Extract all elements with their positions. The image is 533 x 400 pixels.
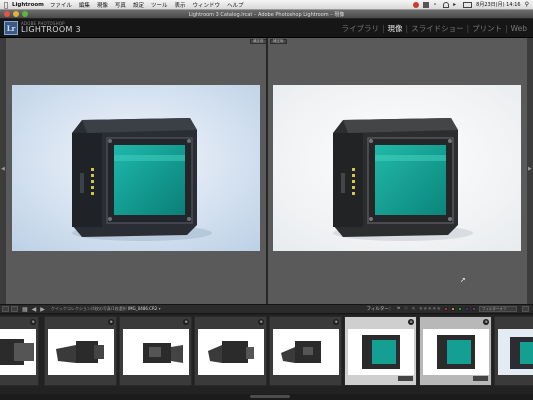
star-filter-icon[interactable]: ★★★★★ — [419, 306, 441, 312]
identity-plate: Lr ADOBE PHOTOSHOP LIGHTROOM 3 — [4, 21, 81, 35]
label-red-chip[interactable] — [444, 307, 448, 311]
after-photo[interactable] — [273, 85, 521, 251]
filmstrip-cell[interactable]: ⊕ — [194, 316, 267, 386]
window-titlebar: Lightroom 3 Catalog.lrcat – Adobe Photos… — [0, 10, 533, 19]
thumbnail — [48, 329, 114, 375]
primary-window-button[interactable] — [2, 306, 9, 312]
compare-divider — [266, 38, 268, 304]
thumb-badge[interactable]: ⊕ — [408, 319, 414, 325]
menu-edit[interactable]: 編集 — [79, 1, 90, 9]
flag-pick-icon[interactable]: ⚑ — [396, 306, 400, 312]
module-print[interactable]: プリント — [472, 23, 502, 34]
filmstrip-cell[interactable]: ⊕ — [269, 316, 342, 386]
lightroom-logo: Lr — [4, 21, 18, 35]
grid-icon[interactable]: ▦ — [22, 306, 28, 313]
filter-label: フィルター： — [366, 307, 394, 312]
menu-file[interactable]: ファイル — [50, 1, 72, 9]
current-filename: IMG_0486.CR2 — [128, 306, 158, 311]
menu-settings[interactable]: 設定 — [133, 1, 144, 9]
thumb-count — [398, 376, 413, 381]
thumb-badge[interactable]: ⊕ — [258, 319, 264, 325]
secondary-window-button[interactable] — [11, 306, 18, 312]
back-arrow-icon[interactable]: ◀ — [32, 306, 37, 313]
module-header: Lr ADOBE PHOTOSHOP LIGHTROOM 3 ライブラリ | 現… — [0, 19, 533, 38]
menu-tools[interactable]: ツール — [151, 1, 168, 9]
left-panel-toggle[interactable]: ◀ — [0, 38, 6, 304]
battery-icon[interactable] — [463, 1, 473, 8]
label-green-chip[interactable] — [458, 307, 462, 311]
status-icon-2[interactable] — [423, 1, 430, 8]
thumbnail — [423, 329, 489, 375]
thumb-badge[interactable]: ⊕ — [333, 319, 339, 325]
label-purple-chip[interactable] — [472, 307, 476, 311]
filmstrip-cell-selected[interactable]: ⊕ — [419, 316, 492, 386]
scrollbar-thumb[interactable] — [250, 395, 290, 398]
flag-unflagged-icon[interactable]: ⚐ — [404, 306, 408, 312]
thumbnail — [198, 329, 264, 375]
window-title: Lightroom 3 Catalog.lrcat – Adobe Photos… — [188, 11, 345, 18]
module-slideshow[interactable]: スライドショー — [411, 23, 464, 34]
logo-product-name: LIGHTROOM 3 — [21, 25, 81, 34]
thumbnail — [348, 329, 414, 375]
thumbnail — [498, 329, 533, 375]
filter-lock-button[interactable] — [522, 306, 529, 312]
after-label: 補正後 — [270, 39, 287, 44]
module-picker: ライブラリ | 現像 | スライドショー | プリント | Web — [341, 23, 527, 34]
menu-view[interactable]: 表示 — [174, 1, 185, 9]
thumbnail — [273, 329, 339, 375]
module-library[interactable]: ライブラリ — [342, 23, 380, 34]
thumbnail — [123, 329, 189, 375]
source-path: クイックコレクション/4枚の写真/1枚選択 — [50, 306, 127, 311]
filmstrip-cell[interactable]: ⊕ — [0, 316, 39, 386]
filmstrip-cell-selected[interactable]: ⊕ — [344, 316, 417, 386]
expand-left-icon: ◀ — [1, 166, 5, 172]
flag-reject-icon[interactable]: ✕ — [411, 306, 415, 312]
thumbnail — [0, 329, 36, 375]
menu-develop[interactable]: 現像 — [97, 1, 108, 9]
filmstrip-cell[interactable]: ⊕ — [119, 316, 192, 386]
menu-app-name[interactable]: Lightroom — [12, 2, 44, 8]
lightroom-screen: { "menubar": { "app_name": "Lightroom", … — [0, 0, 533, 400]
filmstrip-cell[interactable] — [494, 316, 533, 386]
mouse-cursor-icon: ➚ — [460, 276, 466, 284]
filmstrip-cell[interactable]: ⊕ — [44, 316, 117, 386]
label-yellow-chip[interactable] — [451, 307, 455, 311]
before-label: 補正前 — [250, 39, 267, 44]
before-after-view: ◀ ▶ 補正前 補正後 — [0, 38, 533, 304]
menu-window[interactable]: ウィンドウ — [192, 1, 220, 9]
menu-photo[interactable]: 写真 — [115, 1, 126, 9]
filmstrip: ⊕ ⊕ ⊕ ⊕ ⊕ ⊕ ⊕ — [0, 314, 533, 394]
filmstrip-toolbar: ▦ ◀ ▶ クイックコレクション/4枚の写真/1枚選択 IMG_0486.CR2… — [0, 304, 533, 314]
filmstrip-scrollbar[interactable] — [0, 394, 533, 400]
menubar-clock[interactable]: 8月23日(月) 14:16 — [476, 1, 520, 8]
thumb-badge[interactable]: ⊕ — [108, 319, 114, 325]
expand-right-icon: ▶ — [528, 166, 532, 172]
apple-icon[interactable]:  — [0, 1, 12, 9]
bluetooth-icon[interactable]: ⋆ — [433, 1, 439, 8]
thumb-count — [473, 376, 488, 381]
before-photo[interactable] — [12, 85, 260, 251]
volume-icon[interactable]: ▸ — [453, 1, 459, 8]
menu-help[interactable]: ヘルプ — [227, 1, 244, 9]
source-breadcrumb[interactable]: クイックコレクション/4枚の写真/1枚選択 IMG_0486.CR2 ▾ — [51, 306, 161, 312]
thumb-badge[interactable]: ⊕ — [183, 319, 189, 325]
spotlight-icon[interactable]: ⚲ — [525, 1, 529, 8]
label-blue-chip[interactable] — [465, 307, 469, 311]
thumb-badge[interactable]: ⊕ — [483, 319, 489, 325]
status-icon-1[interactable] — [413, 1, 420, 8]
wifi-icon[interactable] — [443, 1, 450, 8]
right-panel-toggle[interactable]: ▶ — [527, 38, 533, 304]
module-develop[interactable]: 現像 — [388, 23, 403, 34]
filter-bar: フィルター： ⚑ ⚐ ✕ ★★★★★ フィルターオフ — [366, 306, 533, 312]
thumb-badge[interactable]: ⊕ — [30, 319, 36, 325]
mac-menubar:  Lightroom ファイル 編集 現像 写真 設定 ツール 表示 ウィンド… — [0, 0, 533, 10]
forward-arrow-icon[interactable]: ▶ — [40, 306, 45, 313]
filter-preset-dropdown[interactable]: フィルターオフ — [479, 306, 517, 312]
module-web[interactable]: Web — [511, 24, 527, 33]
